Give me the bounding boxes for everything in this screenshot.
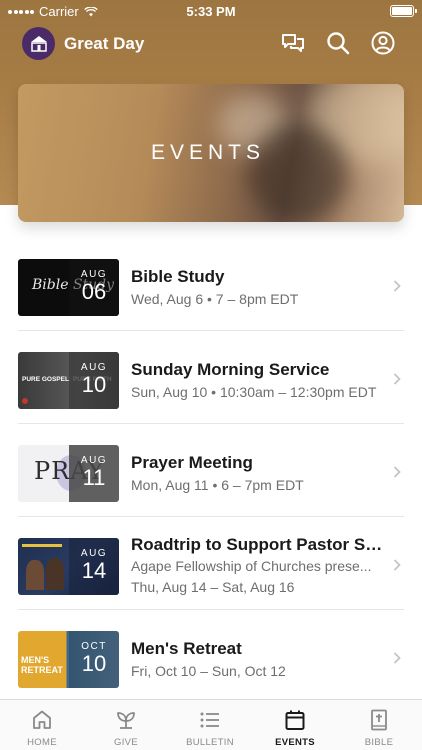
chevron-right-icon [393, 559, 401, 571]
events-hero-banner: EVENTS [18, 84, 404, 222]
tab-bulletin[interactable]: BULLETIN [168, 700, 252, 750]
event-date-badge: AUG 11 [69, 445, 119, 502]
tab-label: BULLETIN [186, 737, 234, 748]
status-time: 5:33 PM [186, 4, 236, 19]
event-date-badge: AUG 14 [69, 538, 119, 595]
event-thumbnail: Bible Study AUG 06 [18, 259, 119, 316]
event-datetime: Fri, Oct 10 – Sun, Oct 12 [131, 663, 286, 679]
give-icon [117, 712, 135, 729]
hero-title: EVENTS [150, 141, 266, 164]
event-title: Roadtrip to Support Pastor Sm... [131, 535, 389, 554]
tab-label: GIVE [114, 737, 138, 748]
thumbnail-text: MEN'S RETREAT [21, 655, 63, 675]
app-title: Great Day [64, 34, 145, 53]
tab-bible[interactable]: BIBLE [337, 700, 421, 750]
event-thumbnail: PRAY AUG 11 [18, 445, 119, 502]
event-date-badge: OCT 10 [69, 631, 119, 688]
app-bar: Great Day [0, 26, 422, 62]
tab-bar: HOME GIVE BULLETIN EVENTS BIBLE [0, 699, 422, 750]
event-title: Bible Study [131, 267, 225, 286]
bible-icon [371, 709, 387, 731]
event-day: 10 [81, 651, 107, 676]
calendar-icon [285, 710, 305, 730]
event-date-badge: AUG 10 [69, 352, 119, 409]
event-date-badge: AUG 06 [69, 259, 119, 316]
event-item-prayer-meeting[interactable]: PRAY AUG 11 Prayer Meeting Mon, Aug 11 •… [0, 424, 422, 517]
tab-home[interactable]: HOME [0, 700, 84, 750]
tab-give[interactable]: GIVE [84, 700, 168, 750]
profile-icon[interactable] [370, 30, 396, 56]
tab-label: BIBLE [364, 737, 394, 748]
chat-icon[interactable] [280, 30, 306, 56]
battery-icon [390, 5, 417, 17]
event-day: 10 [81, 372, 107, 397]
event-title: Prayer Meeting [131, 453, 253, 472]
tab-label: HOME [27, 737, 57, 748]
event-day: 11 [82, 465, 106, 490]
church-logo[interactable] [22, 27, 55, 60]
event-datetime: Thu, Aug 14 – Sat, Aug 16 [131, 579, 295, 595]
event-day: 06 [81, 279, 107, 304]
home-icon [33, 710, 51, 729]
event-thumbnail: MEN'S RETREAT OCT 10 [18, 631, 119, 688]
search-icon[interactable] [325, 30, 351, 56]
event-title: Men's Retreat [131, 639, 242, 658]
event-item-mens-retreat[interactable]: MEN'S RETREAT OCT 10 Men's Retreat Fri, … [0, 610, 422, 703]
event-description: Agape Fellowship of Churches prese... [131, 558, 372, 574]
event-datetime: Wed, Aug 6 • 7 – 8pm EDT [131, 291, 299, 307]
bulletin-icon [200, 712, 219, 728]
status-bar: Carrier 5:33 PM [0, 0, 422, 22]
event-datetime: Sun, Aug 10 • 10:30am – 12:30pm EDT [131, 384, 377, 400]
event-item-roadtrip[interactable]: AUG 14 Roadtrip to Support Pastor Sm... … [0, 517, 422, 610]
chevron-right-icon [393, 373, 401, 385]
event-thumbnail: PURE GOSPEL: PURE FAITH AUG 10 [18, 352, 119, 409]
chevron-right-icon [393, 652, 401, 664]
event-day: 14 [81, 558, 107, 583]
chevron-right-icon [393, 466, 401, 478]
event-title: Sunday Morning Service [131, 360, 330, 379]
tab-events[interactable]: EVENTS [253, 700, 337, 750]
event-datetime: Mon, Aug 11 • 6 – 7pm EDT [131, 477, 304, 493]
tab-label: EVENTS [275, 737, 315, 748]
event-item-bible-study[interactable]: Bible Study AUG 06 Bible Study Wed, Aug … [0, 238, 422, 331]
church-logo-icon [30, 35, 47, 52]
chevron-right-icon [393, 280, 401, 292]
event-thumbnail: AUG 14 [18, 538, 119, 595]
event-item-sunday-service[interactable]: PURE GOSPEL: PURE FAITH AUG 10 Sunday Mo… [0, 331, 422, 424]
